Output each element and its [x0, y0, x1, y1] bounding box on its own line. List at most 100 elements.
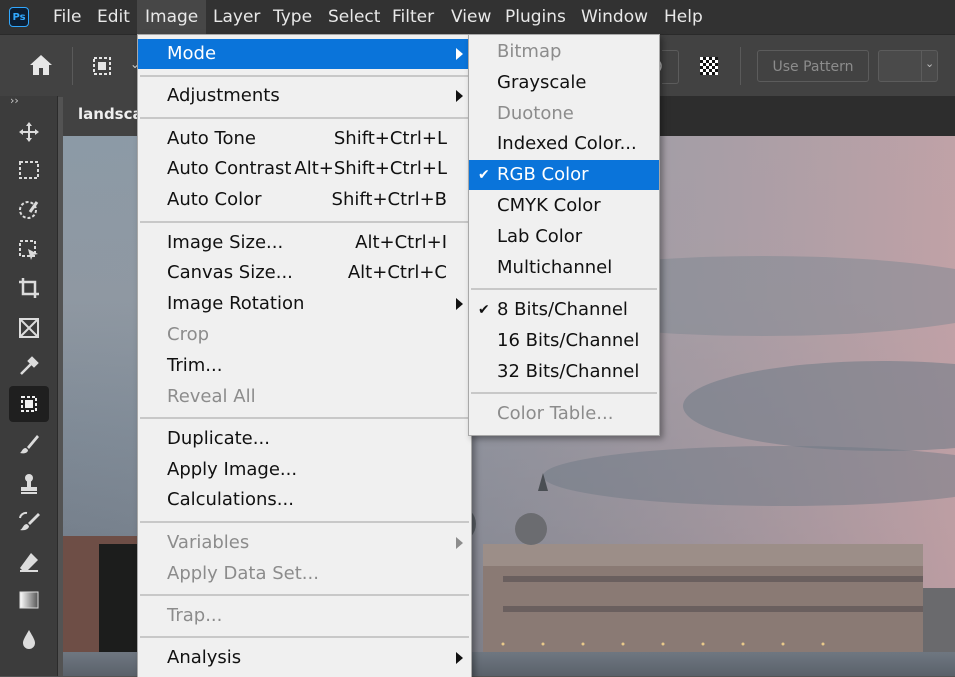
menu-item-duplicate[interactable]: Duplicate...	[138, 424, 471, 454]
use-pattern-button[interactable]: Use Pattern	[757, 50, 869, 82]
menu-plugins[interactable]: Plugins	[497, 0, 574, 34]
menu-item-label: Indexed Color...	[497, 133, 637, 155]
gradient-icon[interactable]	[9, 582, 49, 618]
menu-item-label: Image Size...	[167, 231, 284, 253]
menu-item-label: Trap...	[167, 604, 223, 626]
menu-item-analysis[interactable]: Analysis	[138, 643, 471, 673]
menu-file[interactable]: File	[45, 0, 89, 34]
menu-item-crop[interactable]: Crop	[138, 320, 471, 350]
checker-pattern-icon[interactable]	[700, 57, 718, 75]
menu-item-label: Reveal All	[167, 385, 256, 407]
eraser-icon[interactable]	[9, 544, 49, 580]
menu-item-label: Canvas Size...	[167, 262, 293, 284]
menu-separator	[140, 116, 469, 119]
menu-item-shortcut: Alt+Ctrl+I	[355, 231, 447, 253]
menu-item-mode[interactable]: Mode	[138, 39, 471, 69]
menu-item-lab-color[interactable]: Lab Color	[469, 222, 659, 252]
menu-item-label: Auto Contrast	[167, 158, 292, 180]
brush-icon[interactable]	[9, 426, 49, 462]
menu-item-canvas-size[interactable]: Canvas Size... Alt+Ctrl+C	[138, 258, 471, 288]
menu-separator	[140, 636, 469, 639]
menu-item-reveal-all[interactable]: Reveal All	[138, 382, 471, 412]
menu-item-duotone[interactable]: Duotone	[469, 99, 659, 129]
marquee-icon[interactable]	[9, 152, 49, 188]
object-selection-icon[interactable]	[90, 54, 114, 82]
menu-item-16-bits-channel[interactable]: 16 Bits/Channel	[469, 326, 659, 356]
menu-item-apply-data-set[interactable]: Apply Data Set...	[138, 559, 471, 589]
menu-item-calculations[interactable]: Calculations...	[138, 485, 471, 515]
pattern-select[interactable]: ⌄	[878, 50, 938, 82]
divider	[72, 47, 73, 85]
menu-layer[interactable]: Layer	[205, 0, 268, 34]
stamp-icon[interactable]	[9, 466, 49, 502]
image-menu-dropdown: Mode Adjustments Auto Tone Shift+Ctrl+L Auto…	[137, 34, 472, 677]
move-icon[interactable]	[9, 114, 49, 150]
menu-item-rgb-color[interactable]: ✔ RGB Color	[469, 160, 659, 191]
menu-item-label: Color Table...	[497, 402, 614, 424]
menu-separator	[140, 594, 469, 597]
crop-icon[interactable]	[9, 270, 49, 306]
patch-icon[interactable]	[9, 386, 49, 422]
menu-item-bitmap[interactable]: Bitmap	[469, 37, 659, 67]
menu-view[interactable]: View	[443, 0, 499, 34]
menu-item-grayscale[interactable]: Grayscale	[469, 68, 659, 98]
option-box[interactable]	[662, 50, 679, 84]
menu-item-auto-color[interactable]: Auto Color Shift+Ctrl+B	[138, 185, 471, 215]
menu-bar: Ps File Edit Image Layer Type Select Filter Vie…	[0, 0, 955, 34]
chevron-down-icon: ⌄	[925, 57, 935, 70]
menu-window[interactable]: Window	[573, 0, 656, 34]
quick-selection-icon[interactable]	[9, 192, 49, 228]
eyedropper-icon[interactable]	[9, 348, 49, 384]
menu-filter[interactable]: Filter	[384, 0, 442, 34]
menu-item-label: Mode	[167, 43, 217, 64]
photoshop-logo-icon[interactable]: Ps	[9, 7, 29, 27]
menu-item-8-bits-channel[interactable]: ✔ 8 Bits/Channel	[469, 295, 659, 325]
menu-help[interactable]: Help	[656, 0, 711, 34]
menu-item-label: Duotone	[497, 102, 574, 124]
menu-item-color-table[interactable]: Color Table...	[469, 399, 659, 429]
menu-item-auto-tone[interactable]: Auto Tone Shift+Ctrl+L	[138, 124, 471, 154]
menu-item-shortcut: Shift+Ctrl+L	[333, 127, 447, 149]
submenu-arrow-icon	[456, 298, 463, 311]
object-selection-icon[interactable]	[9, 232, 49, 268]
menu-separator	[471, 392, 657, 395]
menu-item-trim[interactable]: Trim...	[138, 351, 471, 381]
menu-item-auto-contrast[interactable]: Auto Contrast Alt+Shift+Ctrl+L	[138, 154, 471, 184]
blur-icon[interactable]	[9, 622, 49, 658]
menu-type[interactable]: Type	[265, 0, 320, 34]
menu-image[interactable]: Image	[137, 0, 207, 34]
menu-item-label: Image Rotation	[167, 293, 305, 315]
menu-item-multichannel[interactable]: Multichannel	[469, 253, 659, 283]
menu-item-indexed-color[interactable]: Indexed Color...	[469, 129, 659, 159]
menu-item-cmyk-color[interactable]: CMYK Color	[469, 191, 659, 221]
collapse-panel-icon[interactable]: ››	[10, 94, 19, 107]
tools-panel: ››	[0, 94, 58, 676]
menu-item-label: Multichannel	[497, 256, 613, 278]
submenu-arrow-icon	[456, 48, 463, 60]
menu-item-label: 32 Bits/Channel	[497, 360, 640, 382]
menu-item-apply-image[interactable]: Apply Image...	[138, 455, 471, 485]
menu-item-32-bits-channel[interactable]: 32 Bits/Channel	[469, 357, 659, 387]
submenu-arrow-icon	[456, 536, 463, 549]
menu-item-label: Analysis	[167, 647, 242, 669]
menu-item-label: Trim...	[167, 354, 223, 376]
submenu-arrow-icon	[456, 90, 463, 103]
menu-separator	[140, 74, 469, 77]
home-icon[interactable]	[28, 53, 54, 81]
menu-item-label: Adjustments	[167, 85, 280, 107]
menu-item-variables[interactable]: Variables	[138, 528, 471, 558]
menu-edit[interactable]: Edit	[89, 0, 138, 34]
frame-icon[interactable]	[9, 310, 49, 346]
menu-separator	[140, 417, 469, 420]
history-brush-icon[interactable]	[9, 504, 49, 540]
menu-item-image-size[interactable]: Image Size... Alt+Ctrl+I	[138, 228, 471, 258]
menu-item-trap[interactable]: Trap...	[138, 601, 471, 631]
menu-item-label: 8 Bits/Channel	[497, 298, 628, 320]
menu-item-image-rotation[interactable]: Image Rotation	[138, 289, 471, 319]
menu-item-label: Crop	[167, 323, 210, 345]
menu-item-adjustments[interactable]: Adjustments	[138, 81, 471, 111]
menu-separator	[140, 220, 469, 223]
menu-item-label: Duplicate...	[167, 427, 270, 449]
menu-item-shortcut: Alt+Shift+Ctrl+L	[294, 158, 447, 180]
menu-select[interactable]: Select	[320, 0, 388, 34]
